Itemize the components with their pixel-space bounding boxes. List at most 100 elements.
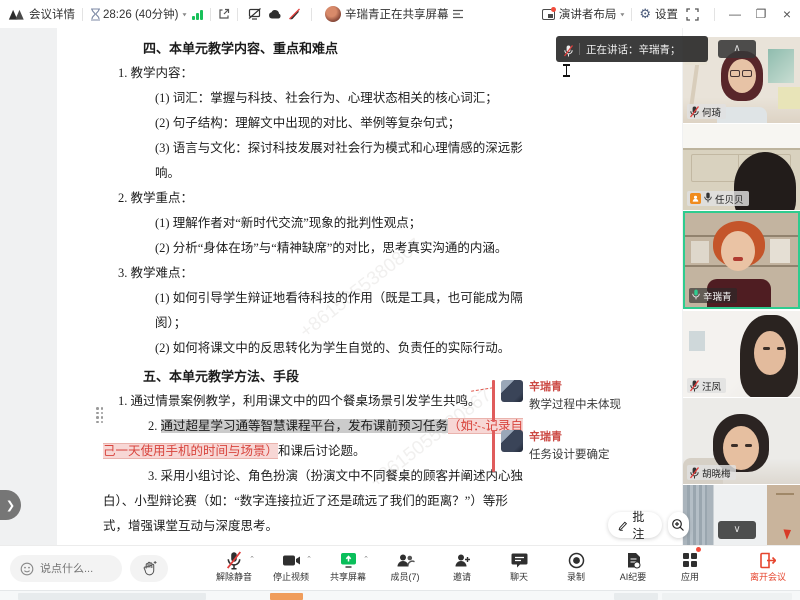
shared-screen-canvas: ❯ +8615055380867 +8615055380867 四、本单元教学内… [0, 28, 683, 545]
mic-muted-icon [690, 106, 699, 117]
chat-input[interactable] [40, 563, 110, 575]
chat-button[interactable]: 聊天 [497, 549, 541, 583]
comment-card[interactable]: 辛瑞青 教学过程中未体现 [492, 380, 677, 422]
magnifier-plus-icon [671, 518, 685, 532]
divider [631, 8, 632, 21]
doc-line: 3. 采用小组讨论、角色扮演（扮演文中不同餐桌的顾客并阐述内心独白）、小型辩论赛… [103, 464, 529, 539]
share-screen-button[interactable]: ⌃ 共享屏幕 [326, 549, 370, 583]
annotate-label: 批注 [632, 508, 651, 542]
button-label: 成员(7) [391, 571, 420, 583]
mic-muted-icon [690, 467, 699, 478]
eye-decor [763, 347, 770, 350]
doc-line: 2. 教学重点： [118, 186, 529, 211]
gear-icon: ⚙ [639, 7, 651, 22]
doc-heading: 四、本单元教学内容、重点和难点 [143, 36, 529, 61]
comment-marker [492, 380, 495, 422]
toolbar-buttons: ⌃ 解除静音 ⌃ 停止视频 ⌃ 共享屏幕 成员(7) 邀请 [212, 549, 712, 583]
raise-hand-button[interactable] [130, 555, 168, 582]
doc-line: (2) 句子结构：理解文中出现的对比、举例等复杂句式； [155, 111, 529, 136]
meeting-details-button[interactable]: 会议详情 [29, 6, 75, 22]
popout-icon[interactable] [218, 8, 230, 20]
expand-panel-button[interactable]: ❯ [0, 490, 21, 520]
meeting-window: 会议详情 28:26 (40分钟)▾ 辛瑞青正在共享屏幕 演讲者布局▾ ⚙ 设置… [0, 0, 800, 600]
layout-icon [542, 9, 555, 20]
layout-button[interactable]: 演讲者布局▾ [542, 6, 625, 22]
glasses-decor [730, 70, 740, 77]
ai-notes-button[interactable]: AI纪要 [611, 549, 655, 583]
doc-line: 1. 教学内容： [118, 61, 529, 86]
participant-name: 汪凤 [702, 379, 721, 393]
screen-slash-icon [248, 8, 262, 20]
fullscreen-icon[interactable] [686, 8, 699, 21]
divider [237, 8, 238, 21]
doc-line: (1) 如何引导学生辩证地看待科技的作用（既是工具，也可能成为隔阂）； [155, 286, 529, 336]
leave-label: 离开会议 [750, 571, 786, 583]
gray-highlight-text: 通过超星学习通等智慧课程平台，发布课前预习任务 [161, 419, 449, 433]
video-tile[interactable]: 任贝贝 [683, 124, 800, 210]
screen-share-icon [340, 549, 357, 571]
chevron-up-icon[interactable]: ⌃ [363, 555, 369, 563]
button-label: 邀请 [453, 571, 471, 583]
button-label: AI纪要 [620, 571, 647, 583]
apps-button[interactable]: 应用 [668, 549, 712, 583]
comment-card[interactable]: 辛瑞青 任务设计要确定 [492, 430, 677, 472]
close-button[interactable]: × [774, 6, 800, 22]
invite-button[interactable]: 邀请 [440, 549, 484, 583]
doc-line: (1) 词汇：掌握与科技、社会行为、心理状态相关的核心词汇； [155, 86, 529, 111]
chevron-up-icon[interactable]: ⌃ [249, 555, 255, 563]
mouth-decor [733, 257, 743, 261]
cloud-icon [268, 9, 282, 20]
mic-active-icon [692, 289, 700, 303]
stop-video-button[interactable]: ⌃ 停止视频 [269, 549, 313, 583]
speaking-toast: 正在讲话：辛瑞青； [556, 36, 708, 62]
eye-decor [745, 444, 752, 447]
chevron-up-icon[interactable]: ⌃ [306, 555, 312, 563]
participant-name-badge: 胡晓梅 [687, 465, 736, 480]
zoom-button[interactable] [668, 512, 689, 538]
participant-name: 胡晓梅 [702, 466, 731, 480]
participant-name: 辛瑞青 [703, 289, 732, 303]
button-label: 共享屏幕 [330, 571, 366, 583]
bottom-toolbar: ⌃ 解除静音 ⌃ 停止视频 ⌃ 共享屏幕 成员(7) 邀请 [0, 545, 800, 590]
meeting-logo-icon [8, 8, 25, 21]
maximize-button[interactable]: ❐ [748, 7, 774, 21]
host-badge-icon [690, 193, 701, 204]
video-tile-active-speaker[interactable]: 辛瑞青 [683, 211, 800, 309]
meeting-timer[interactable]: 28:26 (40分钟) ▾ [103, 6, 186, 22]
curtain-decor [687, 485, 707, 545]
unmute-button[interactable]: ⌃ 解除静音 [212, 549, 256, 583]
comment-author: 辛瑞青 [529, 380, 621, 394]
doc-line: 1. 通过情景案例教学，利用课文中的四个餐桌场景引发学生共鸣。 [118, 389, 529, 414]
annotate-button[interactable]: 批注 [608, 512, 662, 538]
apps-icon [682, 549, 698, 571]
divider [311, 8, 312, 21]
books-decor [770, 239, 790, 263]
glasses-decor [742, 70, 752, 77]
video-tile[interactable]: 汪凤 [683, 311, 800, 397]
settings-button[interactable]: ⚙ 设置 [639, 6, 678, 22]
timer-label: 28:26 (40分钟) [103, 6, 178, 22]
chat-input-pill[interactable] [10, 555, 122, 582]
list-icon[interactable] [452, 9, 464, 19]
mic-off-icon [226, 549, 242, 571]
participant-name-badge: 汪凤 [687, 378, 726, 393]
minimize-button[interactable]: — [722, 7, 748, 21]
button-label: 停止视频 [273, 571, 309, 583]
top-bar: 会议详情 28:26 (40分钟)▾ 辛瑞青正在共享屏幕 演讲者布局▾ ⚙ 设置… [0, 0, 800, 28]
collapse-videos-button[interactable]: ∧ [718, 40, 756, 58]
participant-name: 何琦 [702, 105, 721, 119]
expand-videos-button[interactable]: ∨ [718, 521, 756, 539]
record-button[interactable]: 录制 [554, 549, 598, 583]
video-tile-partial[interactable]: ∨ [683, 485, 800, 545]
pen-icon [618, 519, 628, 532]
participant-name: 任贝贝 [715, 192, 744, 206]
notification-dot [696, 547, 701, 552]
ai-notes-icon [626, 549, 641, 571]
chevron-down-icon: ▾ [182, 10, 186, 17]
doc-heading: 五、本单元教学方法、手段 [143, 364, 529, 389]
members-button[interactable]: 成员(7) [383, 549, 427, 583]
drag-handle[interactable] [96, 407, 106, 423]
video-tile[interactable]: 胡晓梅 [683, 398, 800, 484]
doc-line: (2) 分析“身体在场”与“精神缺席”的对比，思考真实沟通的内涵。 [155, 236, 529, 261]
leave-meeting-button[interactable]: 离开会议 [750, 549, 786, 583]
